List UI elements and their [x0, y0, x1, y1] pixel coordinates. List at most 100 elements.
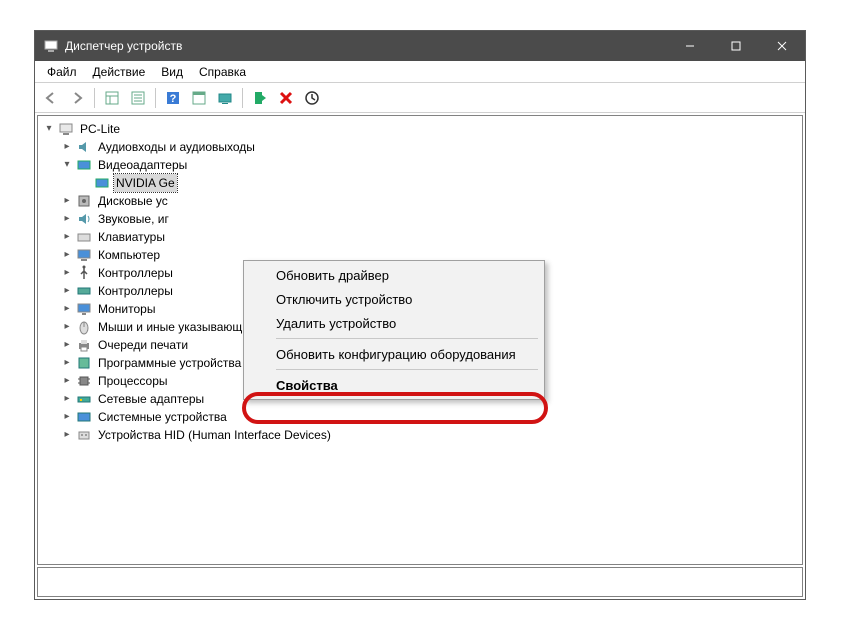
expand-icon[interactable]: ▸	[60, 428, 74, 442]
maximize-button[interactable]	[713, 31, 759, 61]
tree-node-label: Сетевые адаптеры	[96, 390, 206, 408]
tree-node-label: Процессоры	[96, 372, 170, 390]
tree-node-label: Аудиовходы и аудиовыходы	[96, 138, 257, 156]
expand-icon[interactable]: ▸	[60, 374, 74, 388]
tree-node-label: Мониторы	[96, 300, 157, 318]
bottom-pane	[37, 567, 803, 597]
titlebar: Диспетчер устройств	[35, 31, 805, 61]
system-device-icon	[76, 409, 92, 425]
ctx-disable-device[interactable]: Отключить устройство	[246, 287, 542, 311]
tree-node-label: Компьютер	[96, 246, 162, 264]
ctx-update-driver[interactable]: Обновить драйвер	[246, 263, 542, 287]
expand-icon[interactable]: ▸	[60, 212, 74, 226]
update-driver-button[interactable]	[300, 86, 324, 110]
show-hide-tree-button[interactable]	[100, 86, 124, 110]
tree-node-label: Программные устройства	[96, 354, 243, 372]
scan-hardware-button[interactable]	[213, 86, 237, 110]
expand-icon[interactable]: ▸	[60, 230, 74, 244]
tree-node-label: PC-Lite	[78, 120, 122, 138]
help-button[interactable]: ?	[161, 86, 185, 110]
expand-icon[interactable]: ▸	[60, 248, 74, 262]
expand-icon[interactable]: ▸	[60, 194, 74, 208]
context-menu: Обновить драйвер Отключить устройство Уд…	[243, 260, 545, 400]
enable-device-button[interactable]	[248, 86, 272, 110]
toolbar-panel-button[interactable]	[187, 86, 211, 110]
tree-node-label: Видеоадаптеры	[96, 156, 189, 174]
app-icon	[43, 38, 59, 54]
usb-icon	[76, 265, 92, 281]
svg-text:?: ?	[170, 93, 177, 105]
uninstall-device-button[interactable]	[274, 86, 298, 110]
display-adapter-icon	[76, 157, 92, 173]
mouse-icon	[76, 319, 92, 335]
tree-node-label: Системные устройства	[96, 408, 229, 426]
storage-controller-icon	[76, 283, 92, 299]
keyboard-icon	[76, 229, 92, 245]
tree-node-disk[interactable]: ▸ Дисковые ус	[60, 192, 802, 210]
computer-icon	[58, 121, 74, 137]
tree-node-audio[interactable]: ▸ Аудиовходы и аудиовыходы	[60, 138, 802, 156]
expand-icon[interactable]: ▸	[60, 392, 74, 406]
tree-node-sound[interactable]: ▸ Звуковые, иг	[60, 210, 802, 228]
display-adapter-icon	[94, 175, 110, 191]
expand-icon[interactable]: ▸	[60, 338, 74, 352]
expand-icon[interactable]: ▸	[60, 320, 74, 334]
hid-icon	[76, 427, 92, 443]
audio-icon	[76, 139, 92, 155]
tree-root-node[interactable]: ▾ PC-Lite	[42, 120, 802, 138]
printer-icon	[76, 337, 92, 353]
tree-node-video[interactable]: ▾ Видеоадаптеры	[60, 156, 802, 174]
menu-file[interactable]: Файл	[39, 63, 85, 81]
back-button[interactable]	[39, 86, 63, 110]
monitor-icon	[76, 301, 92, 317]
tree-node-keyboard[interactable]: ▸ Клавиатуры	[60, 228, 802, 246]
device-manager-window: Диспетчер устройств Файл Действие Вид Сп…	[34, 30, 806, 600]
context-menu-separator	[276, 338, 538, 339]
close-button[interactable]	[759, 31, 805, 61]
disk-icon	[76, 193, 92, 209]
ctx-scan-hardware[interactable]: Обновить конфигурацию оборудования	[246, 342, 542, 366]
tree-node-hid[interactable]: ▸ Устройства HID (Human Interface Device…	[60, 426, 802, 444]
menu-action[interactable]: Действие	[85, 63, 154, 81]
forward-button[interactable]	[65, 86, 89, 110]
ctx-properties[interactable]: Свойства	[246, 373, 542, 397]
tree-node-label: Очереди печати	[96, 336, 190, 354]
tree-node-label: Звуковые, иг	[96, 210, 171, 228]
tree-node-system[interactable]: ▸ Системные устройства	[60, 408, 802, 426]
sound-icon	[76, 211, 92, 227]
ctx-uninstall-device[interactable]: Удалить устройство	[246, 311, 542, 335]
tree-node-nvidia[interactable]: NVIDIA Ge	[78, 174, 802, 192]
toolbar-separator	[94, 88, 95, 108]
expand-icon[interactable]: ▸	[60, 356, 74, 370]
context-menu-separator	[276, 369, 538, 370]
expand-icon[interactable]: ▸	[60, 284, 74, 298]
menu-help[interactable]: Справка	[191, 63, 254, 81]
window-title: Диспетчер устройств	[65, 39, 182, 53]
expand-icon[interactable]: ▸	[60, 266, 74, 280]
menu-view[interactable]: Вид	[153, 63, 191, 81]
tree-node-label: Контроллеры	[96, 282, 175, 300]
cpu-icon	[76, 373, 92, 389]
properties-button[interactable]	[126, 86, 150, 110]
toolbar-separator	[242, 88, 243, 108]
content-area: ▾ PC-Lite ▸ Аудиовходы и аудиовыходы ▾	[35, 113, 805, 599]
collapse-icon[interactable]: ▾	[42, 122, 56, 136]
menubar: Файл Действие Вид Справка	[35, 61, 805, 83]
tree-node-label: Дисковые ус	[96, 192, 170, 210]
expander-none	[78, 176, 92, 190]
computer-icon	[76, 247, 92, 263]
expand-icon[interactable]: ▸	[60, 302, 74, 316]
expand-icon[interactable]: ▸	[60, 410, 74, 424]
tree-node-label: Контроллеры	[96, 264, 175, 282]
tree-node-label: Клавиатуры	[96, 228, 167, 246]
network-icon	[76, 391, 92, 407]
toolbar: ?	[35, 83, 805, 113]
device-tree[interactable]: ▾ PC-Lite ▸ Аудиовходы и аудиовыходы ▾	[37, 115, 803, 565]
software-device-icon	[76, 355, 92, 371]
toolbar-separator	[155, 88, 156, 108]
expand-icon[interactable]: ▸	[60, 140, 74, 154]
collapse-icon[interactable]: ▾	[60, 158, 74, 172]
tree-node-label: Устройства HID (Human Interface Devices)	[96, 426, 333, 444]
minimize-button[interactable]	[667, 31, 713, 61]
tree-node-label: NVIDIA Ge	[114, 174, 177, 192]
